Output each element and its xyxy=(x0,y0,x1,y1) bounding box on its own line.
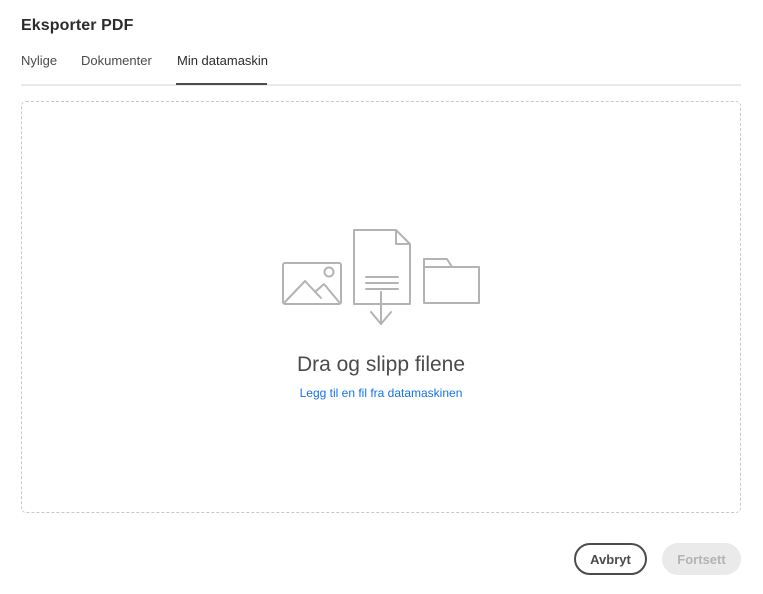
upload-illustration xyxy=(282,229,480,325)
tab-recent[interactable]: Nylige xyxy=(21,53,57,68)
tab-documents[interactable]: Dokumenter xyxy=(81,53,152,68)
image-icon xyxy=(282,262,342,305)
add-file-link[interactable]: Legg til en fil fra datamaskinen xyxy=(300,386,463,400)
continue-button[interactable]: Fortsett xyxy=(662,543,741,575)
tab-my-computer[interactable]: Min datamaskin xyxy=(177,53,268,68)
cancel-button[interactable]: Avbryt xyxy=(574,543,647,575)
tab-bar: Nylige Dokumenter Min datamaskin xyxy=(21,46,741,86)
dropzone-title: Dra og slipp filene xyxy=(296,353,466,376)
file-dropzone[interactable]: Dra og slipp filene Legg til en fil fra … xyxy=(21,101,741,513)
active-tab-indicator xyxy=(176,83,267,85)
add-file-link-wrapper: Legg til en fil fra datamaskinen xyxy=(22,386,740,400)
document-download-icon xyxy=(353,229,411,325)
dialog-title: Eksporter PDF xyxy=(21,17,134,34)
folder-icon xyxy=(423,258,480,304)
